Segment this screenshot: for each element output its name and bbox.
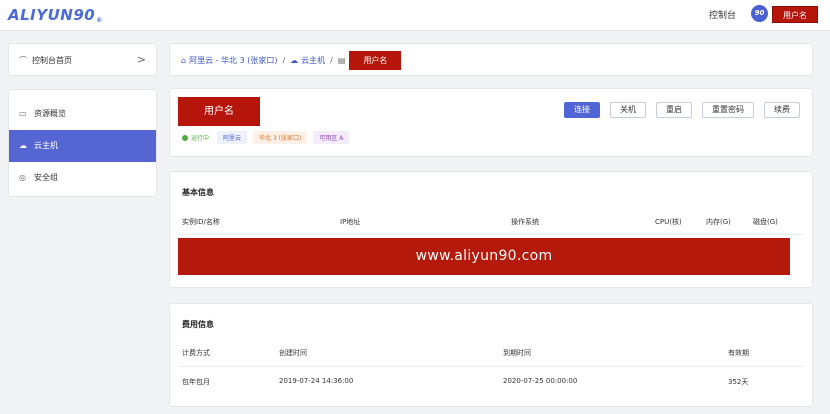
divider bbox=[178, 366, 804, 367]
sidebar-item-security-group[interactable]: ◎ 安全组 bbox=[9, 162, 156, 194]
column-header-os: 操作系统 bbox=[511, 218, 539, 226]
document-icon: ▤ bbox=[337, 56, 346, 65]
sidebar-item-cloud-host[interactable]: ☁ 云主机 bbox=[9, 130, 156, 162]
instance-header-card: 用户名 运行中 阿里云 华北 3 (张家口) 可用区 A 连接 关机 重启 重置… bbox=[169, 88, 813, 157]
fee-info-card: 费用信息 计费方式 创建时间 到期时间 有效期 包年包月 2019-07-24 … bbox=[169, 303, 813, 407]
renew-button[interactable]: 续费 bbox=[764, 102, 800, 118]
logo-registered-mark: ® bbox=[96, 17, 103, 24]
cell-billing-method: 包年包月 bbox=[182, 378, 210, 386]
chevron-right-icon[interactable]: > bbox=[137, 53, 146, 66]
cell-created-time: 2019-07-24 14:36:00 bbox=[279, 377, 354, 385]
cell-validity: 352天 bbox=[728, 378, 749, 386]
breadcrumb-card: ⌂ 阿里云 - 华北 3 (张家口) / ☁ 云主机 / ▤ 用户名 bbox=[169, 43, 813, 76]
column-header-instance-id: 实例ID/名称 bbox=[182, 218, 220, 226]
basic-info-card: 基本信息 实例ID/名称 IP地址 操作系统 CPU(核) 内存(G) 磁盘(G… bbox=[169, 171, 813, 288]
monitor-icon: ▭ bbox=[19, 109, 27, 118]
avatar[interactable]: 90 bbox=[751, 5, 768, 22]
sidebar-home-link[interactable]: ⌒ 控制台首页 bbox=[19, 55, 72, 66]
connect-button[interactable]: 连接 bbox=[564, 102, 600, 118]
cloud-icon: ☁ bbox=[290, 56, 299, 65]
tag-provider: 阿里云 bbox=[217, 131, 248, 144]
breadcrumb-separator: / bbox=[330, 56, 333, 65]
restart-button[interactable]: 重启 bbox=[656, 102, 692, 118]
tag-region: 华北 3 (张家口) bbox=[253, 131, 308, 144]
watermark-banner: www.aliyun90.com bbox=[178, 238, 790, 275]
column-header-expiry-time: 到期时间 bbox=[503, 349, 531, 357]
top-bar: ALIYUN90® 控制台 90 用户名 bbox=[0, 0, 830, 31]
logo[interactable]: ALIYUN90® bbox=[8, 6, 103, 24]
breadcrumb-current: 用户名 bbox=[349, 51, 402, 70]
user-menu-button[interactable]: 用户名 bbox=[772, 6, 818, 23]
sidebar-item-overview[interactable]: ▭ 资源概览 bbox=[9, 98, 156, 130]
breadcrumb-section[interactable]: 云主机 bbox=[301, 55, 325, 66]
instance-tags: 运行中 阿里云 华北 3 (张家口) 可用区 A bbox=[182, 131, 355, 144]
sidebar-home-card[interactable]: ⌒ 控制台首页 > bbox=[8, 43, 157, 76]
column-header-created-time: 创建时间 bbox=[279, 349, 307, 357]
shield-icon: ◎ bbox=[19, 173, 26, 182]
breadcrumb-region[interactable]: 阿里云 - 华北 3 (张家口) bbox=[189, 55, 277, 66]
column-header-disk: 磁盘(G) bbox=[753, 218, 778, 226]
column-header-ip: IP地址 bbox=[340, 218, 361, 226]
breadcrumb-separator: / bbox=[282, 56, 286, 65]
sidebar-item-label: 安全组 bbox=[34, 173, 58, 182]
cloud-icon: ☁ bbox=[19, 141, 27, 150]
column-header-memory: 内存(G) bbox=[706, 218, 731, 226]
instance-name: 用户名 bbox=[178, 97, 260, 126]
home-icon: ⌂ bbox=[181, 56, 187, 65]
column-header-validity: 有效期 bbox=[728, 349, 749, 357]
breadcrumb: ⌂ 阿里云 - 华北 3 (张家口) / ☁ 云主机 / ▤ 用户名 bbox=[181, 44, 402, 77]
logo-text: ALIYUN90 bbox=[8, 6, 96, 24]
divider bbox=[178, 234, 804, 235]
instance-actions: 连接 关机 重启 重置密码 续费 bbox=[554, 102, 800, 118]
basic-info-title: 基本信息 bbox=[182, 188, 214, 197]
status-badge: 运行中 bbox=[191, 135, 210, 142]
cell-expiry-time: 2020-07-25 00:00:00 bbox=[503, 377, 578, 385]
sidebar-home-label: 控制台首页 bbox=[32, 56, 72, 65]
reset-password-button[interactable]: 重置密码 bbox=[702, 102, 754, 118]
tag-zone: 可用区 A bbox=[313, 131, 350, 144]
shutdown-button[interactable]: 关机 bbox=[610, 102, 646, 118]
console-link[interactable]: 控制台 bbox=[709, 8, 736, 21]
column-header-cpu: CPU(核) bbox=[655, 218, 682, 226]
dashboard-icon: ⌒ bbox=[19, 56, 27, 65]
sidebar-item-label: 资源概览 bbox=[34, 109, 66, 118]
status-dot-icon bbox=[182, 134, 188, 141]
column-header-billing-method: 计费方式 bbox=[182, 349, 210, 357]
sidebar-item-label: 云主机 bbox=[34, 141, 58, 150]
sidebar-menu: ▭ 资源概览 ☁ 云主机 ◎ 安全组 bbox=[8, 89, 157, 197]
fee-info-title: 费用信息 bbox=[182, 320, 214, 329]
